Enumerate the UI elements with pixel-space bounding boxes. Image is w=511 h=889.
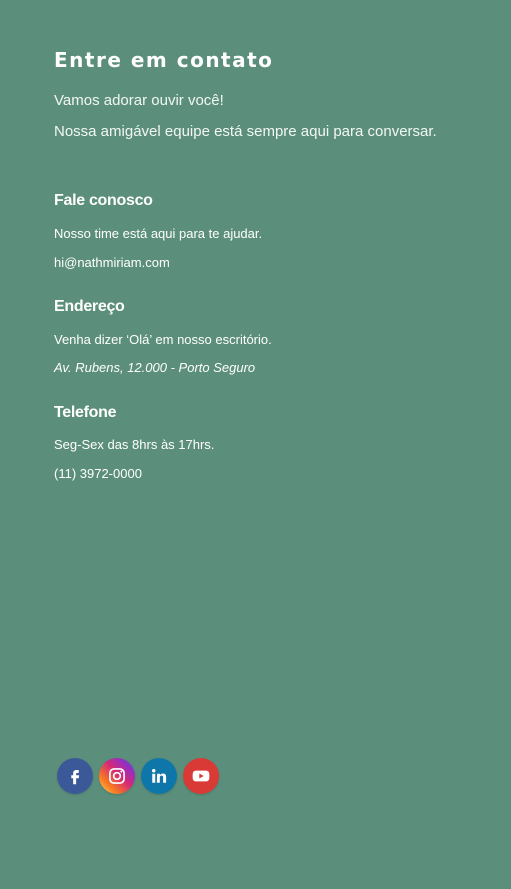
- contact-us-heading: Fale conosco: [54, 192, 153, 209]
- address-heading: Endereço: [54, 298, 125, 315]
- youtube-button[interactable]: [183, 758, 219, 794]
- address-text: Av. Rubens, 12.000 - Porto Seguro: [54, 360, 256, 375]
- address-description: Venha dizer ‘Olá’ em nosso escritório.: [54, 332, 272, 347]
- linkedin-button[interactable]: [141, 758, 177, 794]
- intro-line-2: Nossa amigável equipe está sempre aqui p…: [54, 123, 437, 140]
- phone-hours: Seg-Sex das 8hrs às 17hrs.: [54, 437, 215, 452]
- email-link[interactable]: hi@nathmiriam.com: [54, 255, 170, 270]
- contact-title: Entre em contato: [54, 48, 274, 72]
- intro-line-1: Vamos adorar ouvir você!: [54, 92, 224, 109]
- contact-us-description: Nosso time está aqui para te ajudar.: [54, 226, 263, 241]
- phone-number[interactable]: (11) 3972-0000: [54, 466, 142, 481]
- instagram-icon: [107, 766, 127, 786]
- facebook-button[interactable]: [57, 758, 93, 794]
- linkedin-icon: [150, 767, 168, 785]
- facebook-icon: [66, 767, 84, 785]
- social-links: [57, 758, 219, 794]
- phone-heading: Telefone: [54, 404, 117, 421]
- youtube-icon: [191, 766, 211, 786]
- instagram-button[interactable]: [99, 758, 135, 794]
